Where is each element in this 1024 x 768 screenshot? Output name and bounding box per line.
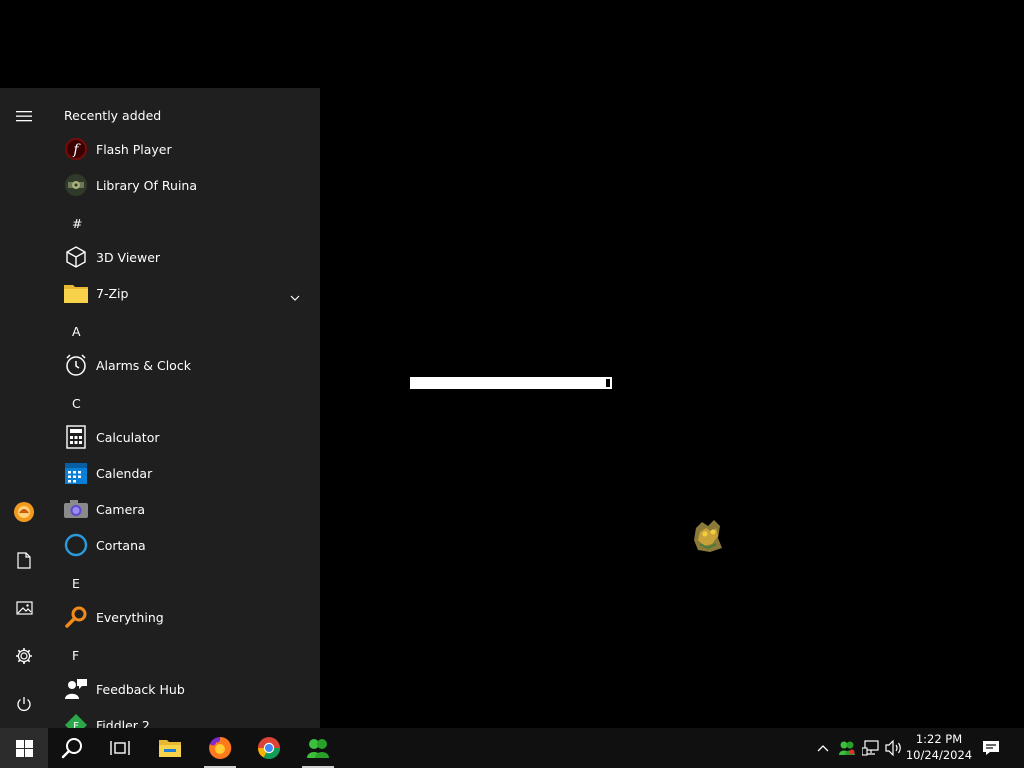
folder-icon [62, 279, 90, 307]
clock-date: 10/24/2024 [905, 748, 973, 762]
power-icon[interactable] [0, 680, 48, 728]
app-label: Library Of Ruina [96, 177, 197, 193]
app-label: Fiddler 2 [96, 717, 150, 729]
group-letter-a[interactable]: A [72, 324, 81, 339]
cortana-icon [62, 531, 90, 559]
start-menu-rail [0, 88, 48, 728]
app-label: Camera [96, 501, 146, 517]
fiddler-icon: F [62, 711, 90, 728]
taskbar: 1:22 PM 10/24/2024 [0, 728, 1024, 768]
app-item-camera[interactable]: Camera [48, 491, 320, 527]
app-label: Calendar [96, 465, 153, 481]
app-item-fiddler[interactable]: F Fiddler 2 [48, 707, 320, 728]
app-item-alarms-clock[interactable]: Alarms & Clock [48, 347, 320, 383]
documents-icon[interactable] [0, 536, 48, 584]
app-label: Feedback Hub [96, 681, 185, 697]
app-label: Calculator [96, 429, 160, 445]
flash-player-icon: f [62, 135, 90, 163]
task-view-icon[interactable] [96, 728, 144, 768]
user-avatar-icon[interactable] [0, 488, 48, 536]
show-hidden-icons-chevron-icon[interactable] [813, 738, 833, 758]
app-item-flash-player[interactable]: f Flash Player [48, 131, 320, 167]
volume-icon[interactable] [884, 738, 904, 758]
notifications-icon[interactable] [981, 738, 1001, 758]
calendar-icon [62, 459, 90, 487]
file-explorer-icon[interactable] [146, 728, 194, 768]
clock-time: 1:22 PM [915, 732, 963, 746]
svg-text:F: F [73, 721, 79, 728]
search-icon[interactable] [48, 728, 96, 768]
feedback-hub-icon [62, 675, 90, 703]
taskbar-clock[interactable]: 1:22 PM 10/24/2024 [904, 731, 974, 765]
app-item-cortana[interactable]: Cortana [48, 527, 320, 563]
app-label: Everything [96, 609, 164, 625]
3d-viewer-icon [62, 243, 90, 271]
alarm-clock-icon [62, 351, 90, 379]
network-icon[interactable] [861, 738, 881, 758]
hamburger-menu-icon[interactable] [0, 92, 48, 140]
windows-start-icon[interactable] [0, 728, 48, 768]
green-app-icon[interactable] [294, 728, 342, 768]
settings-gear-icon[interactable] [0, 632, 48, 680]
tray-app-icon[interactable] [837, 738, 857, 758]
app-item-library-of-ruina[interactable]: Library Of Ruina [48, 167, 320, 203]
group-letter-c[interactable]: C [72, 396, 81, 411]
app-label: Flash Player [96, 141, 172, 157]
group-letter-f[interactable]: F [72, 648, 79, 663]
loading-progress-bar [410, 377, 612, 389]
group-letter-hash[interactable]: # [72, 216, 82, 231]
app-item-calendar[interactable]: Calendar [48, 455, 320, 491]
app-item-7-zip[interactable]: 7-Zip [48, 275, 320, 311]
app-list: Recently added f Flash Player Library Of… [48, 88, 320, 728]
chrome-icon[interactable] [245, 728, 293, 768]
chevron-down-icon[interactable] [290, 286, 300, 305]
recently-added-header: Recently added [64, 108, 162, 123]
group-letter-e[interactable]: E [72, 576, 80, 591]
camera-icon [62, 495, 90, 523]
calculator-icon [62, 423, 90, 451]
library-of-ruina-icon [62, 171, 90, 199]
pictures-icon[interactable] [0, 584, 48, 632]
app-label: Cortana [96, 537, 146, 553]
everything-search-icon [62, 603, 90, 631]
app-item-calculator[interactable]: Calculator [48, 419, 320, 455]
firefox-icon[interactable] [196, 728, 244, 768]
app-item-3d-viewer[interactable]: 3D Viewer [48, 239, 320, 275]
app-label: Alarms & Clock [96, 357, 191, 373]
app-item-feedback-hub[interactable]: Feedback Hub [48, 671, 320, 707]
app-item-everything[interactable]: Everything [48, 599, 320, 635]
start-menu: Recently added f Flash Player Library Of… [0, 88, 320, 728]
desktop-app-icon[interactable] [692, 518, 724, 554]
app-label: 3D Viewer [96, 249, 161, 265]
app-label: 7-Zip [96, 285, 129, 301]
